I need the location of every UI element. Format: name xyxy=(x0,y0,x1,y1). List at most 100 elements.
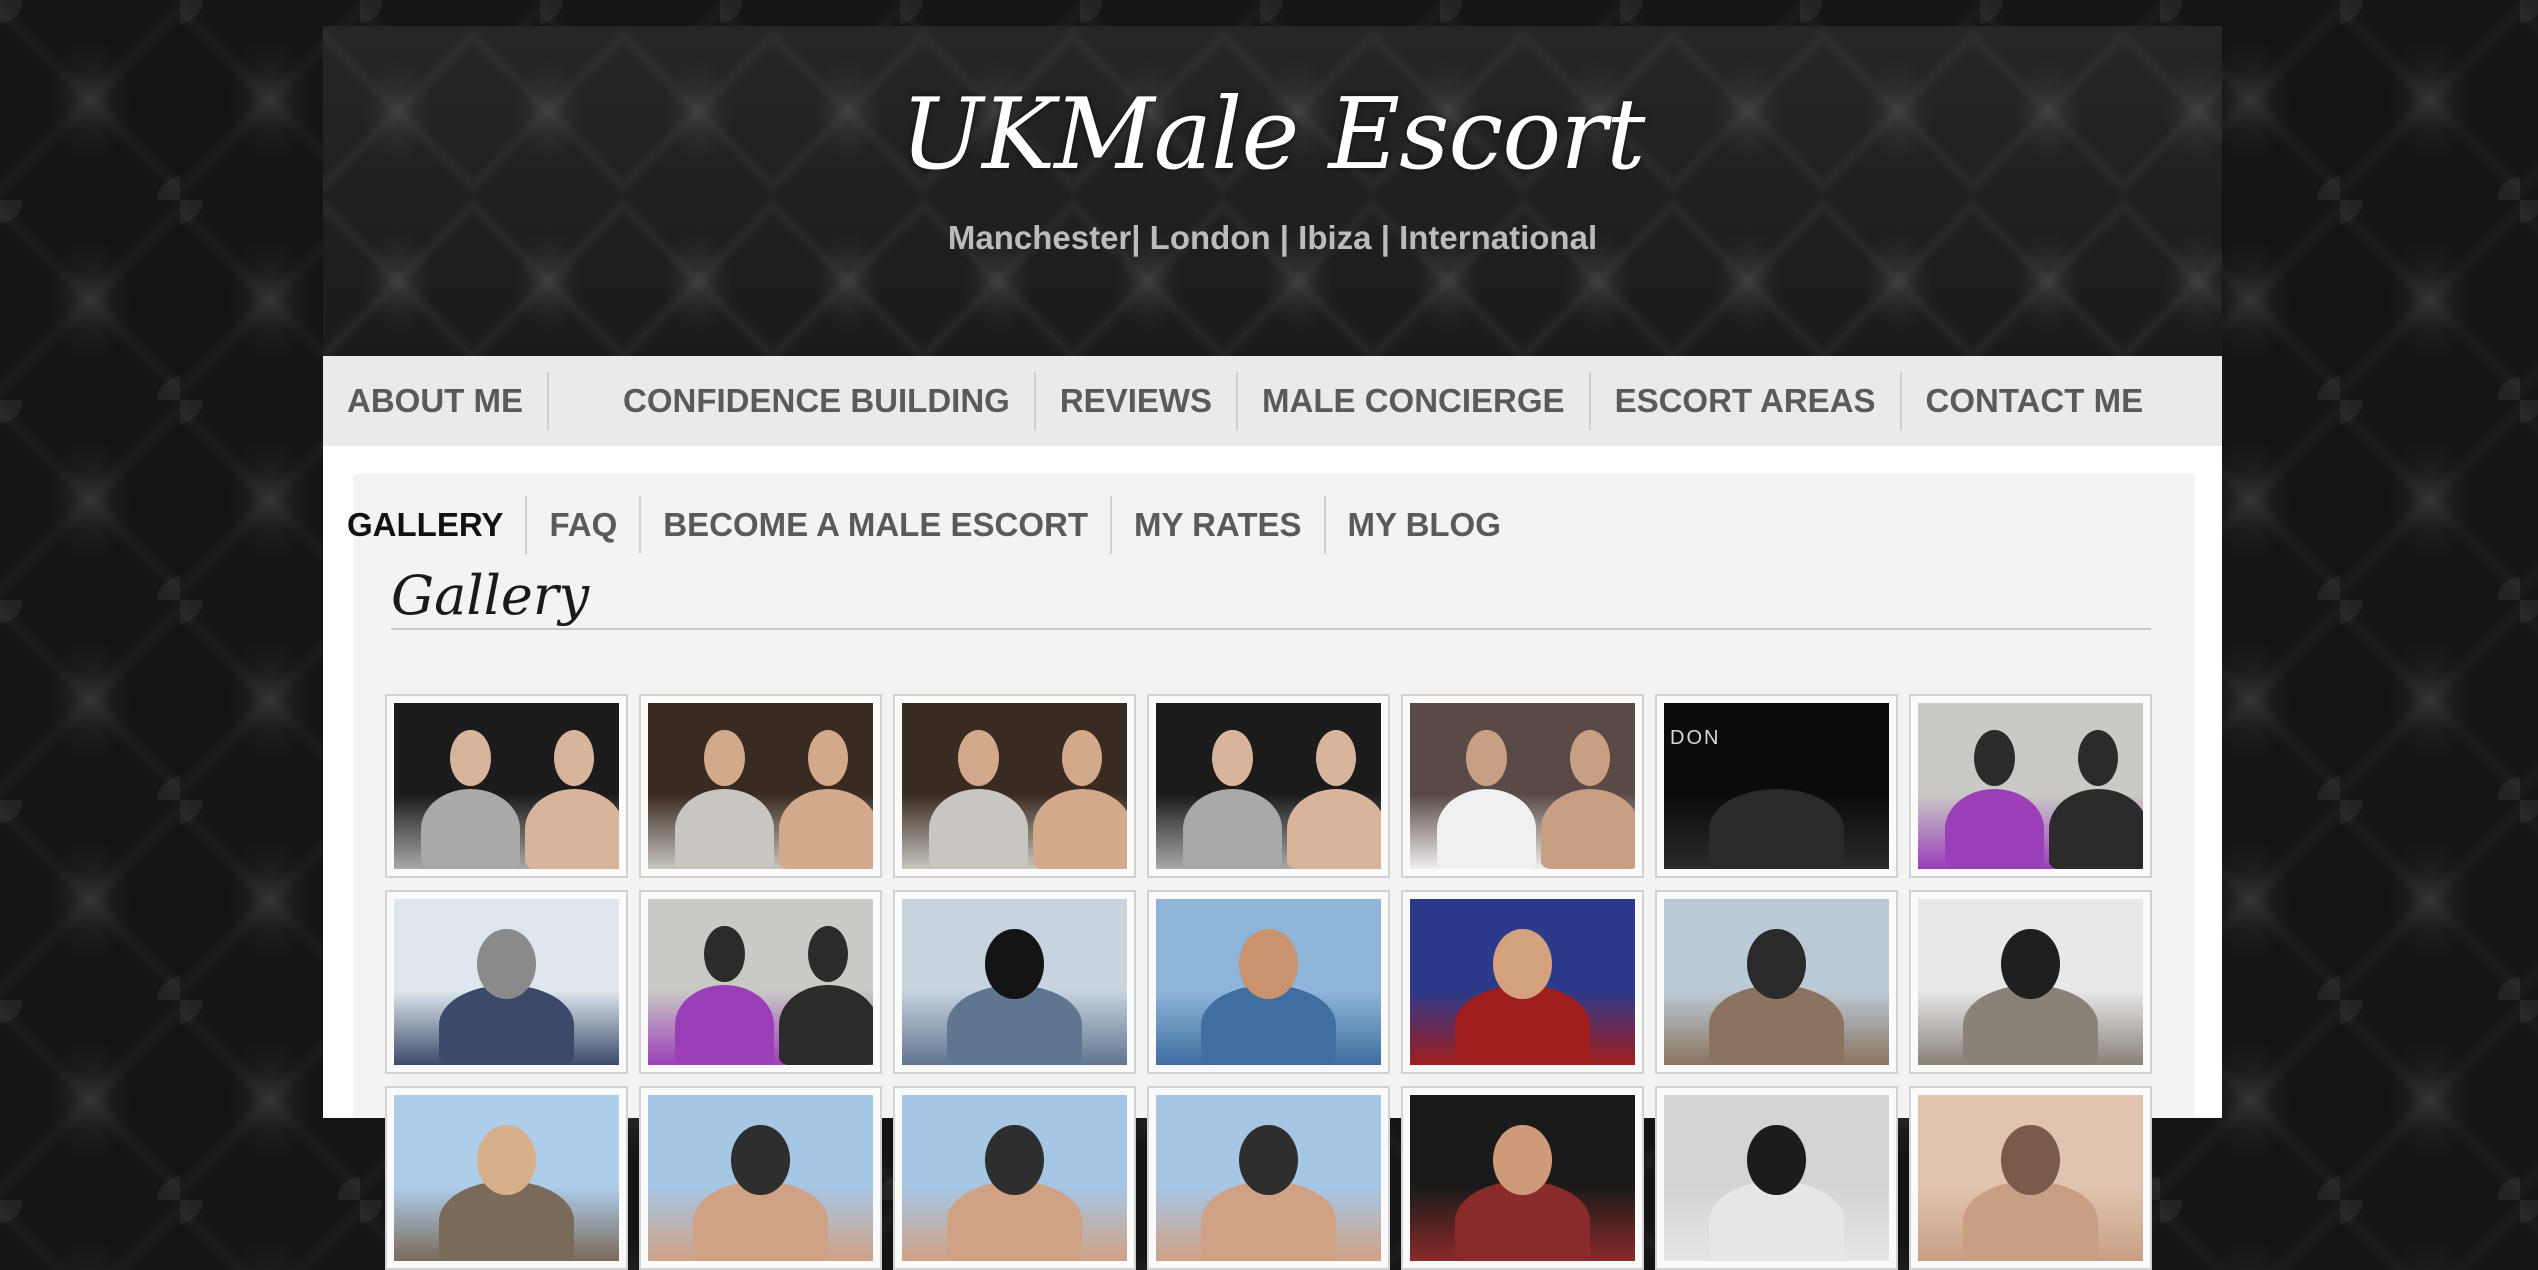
gallery-thumbnail[interactable] xyxy=(893,1086,1136,1270)
gallery-thumbnail[interactable] xyxy=(893,694,1136,878)
gallery-thumbnail[interactable]: DON xyxy=(1655,694,1898,878)
gallery-photo xyxy=(1664,899,1889,1065)
gallery-thumbnail[interactable] xyxy=(1401,890,1644,1074)
photo-face xyxy=(985,1124,1044,1195)
primary-nav: ABOUT ME CONFIDENCE BUILDING REVIEWS MAL… xyxy=(323,356,2222,446)
gallery-photo: DON xyxy=(1664,703,1889,869)
gallery-photo xyxy=(1918,899,2143,1065)
photo-figure xyxy=(1286,789,1381,869)
photo-face xyxy=(1747,1124,1806,1195)
photo-figure xyxy=(778,985,873,1065)
page-wrapper: UKMale Escort Manchester| London | Ibiza… xyxy=(323,26,2222,1270)
photo-face xyxy=(1239,1124,1298,1195)
gallery-thumbnail[interactable] xyxy=(1909,890,2152,1074)
gallery-thumbnail[interactable] xyxy=(1401,694,1644,878)
gallery-photo xyxy=(1410,703,1635,869)
gallery-thumbnail[interactable] xyxy=(639,890,882,1074)
photo-figure xyxy=(1945,789,2044,869)
photo-face xyxy=(807,729,849,786)
photo-face xyxy=(477,1124,536,1195)
photo-face xyxy=(1974,729,2015,786)
gallery-photo xyxy=(648,899,873,1065)
gallery-thumbnail[interactable] xyxy=(385,1086,628,1270)
gallery-photo xyxy=(1410,899,1635,1065)
gallery-thumbnail[interactable] xyxy=(385,890,628,1074)
photo-face xyxy=(704,925,745,982)
content-panel: GALLERY FAQ BECOME A MALE ESCORT MY RATE… xyxy=(347,474,2195,1270)
photo-figure xyxy=(675,789,774,869)
gallery-photo xyxy=(1410,1095,1635,1261)
photo-face xyxy=(450,729,491,786)
nav-reviews[interactable]: REVIEWS xyxy=(1036,372,1239,430)
nav-become-a-male-escort[interactable]: BECOME A MALE ESCORT xyxy=(641,496,1113,554)
gallery-photo xyxy=(1156,1095,1381,1261)
photo-face xyxy=(1747,733,1806,803)
photo-face xyxy=(1747,928,1806,999)
photo-figure xyxy=(778,789,873,869)
gallery-grid: DON xyxy=(385,694,2152,1270)
nav-contact-me[interactable]: CONTACT ME xyxy=(1902,372,2168,430)
photo-face xyxy=(704,729,745,786)
gallery-thumbnail[interactable] xyxy=(639,1086,882,1270)
gallery-photo xyxy=(648,1095,873,1261)
gallery-photo xyxy=(1664,1095,1889,1261)
gallery-thumbnail[interactable] xyxy=(1401,1086,1644,1270)
site-header: UKMale Escort Manchester| London | Ibiza… xyxy=(323,26,2222,356)
photo-figure xyxy=(929,789,1028,869)
photo-face xyxy=(1239,928,1298,999)
photo-face xyxy=(1569,729,1611,786)
site-logo[interactable]: UKMale Escort xyxy=(323,78,2222,192)
photo-face xyxy=(1493,928,1552,999)
gallery-thumbnail[interactable] xyxy=(1147,1086,1390,1270)
photo-figure xyxy=(1437,789,1536,869)
gallery-thumbnail[interactable] xyxy=(1655,890,1898,1074)
gallery-thumbnail[interactable] xyxy=(1909,694,2152,878)
photo-face xyxy=(731,1124,790,1195)
photo-figure xyxy=(1032,789,1127,869)
photo-overlay-text: DON xyxy=(1670,727,1721,749)
gallery-thumbnail[interactable] xyxy=(1147,694,1390,878)
nav-male-concierge[interactable]: MALE CONCIERGE xyxy=(1238,372,1591,430)
gallery-thumbnail[interactable] xyxy=(1655,1086,1898,1270)
gallery-thumbnail[interactable] xyxy=(893,890,1136,1074)
gallery-photo xyxy=(1156,703,1381,869)
photo-face xyxy=(2077,729,2119,786)
gallery-thumbnail[interactable] xyxy=(639,694,882,878)
main-content: GALLERY FAQ BECOME A MALE ESCORT MY RATE… xyxy=(323,446,2222,1270)
nav-about-me[interactable]: ABOUT ME xyxy=(323,372,549,430)
photo-face xyxy=(477,928,536,999)
site-tagline: Manchester| London | Ibiza | Internation… xyxy=(947,219,1598,256)
gallery-photo xyxy=(394,1095,619,1261)
photo-figure xyxy=(1183,789,1282,869)
gallery-photo xyxy=(902,1095,1127,1261)
photo-figure xyxy=(524,789,619,869)
photo-face xyxy=(553,729,595,786)
nav-faq[interactable]: FAQ xyxy=(527,496,642,554)
gallery-photo xyxy=(394,899,619,1065)
gallery-photo xyxy=(1918,703,2143,869)
nav-my-rates[interactable]: MY RATES xyxy=(1112,496,1326,554)
photo-face xyxy=(1212,729,1253,786)
nav-gallery[interactable]: GALLERY xyxy=(325,496,528,554)
gallery-thumbnail[interactable] xyxy=(1909,1086,2152,1270)
photo-figure xyxy=(1540,789,1635,869)
photo-figure xyxy=(421,789,520,869)
gallery-photo xyxy=(648,703,873,869)
photo-figure xyxy=(675,985,774,1065)
nav-my-blog[interactable]: MY BLOG xyxy=(1326,496,1523,554)
title-divider xyxy=(391,628,2151,630)
photo-face xyxy=(985,928,1044,999)
gallery-thumbnail[interactable] xyxy=(385,694,628,878)
gallery-photo xyxy=(902,899,1127,1065)
photo-face xyxy=(1061,729,1103,786)
nav-confidence-building[interactable]: CONFIDENCE BUILDING xyxy=(599,372,1036,430)
nav-escort-areas[interactable]: ESCORT AREAS xyxy=(1591,372,1902,430)
gallery-photo xyxy=(1156,899,1381,1065)
photo-face xyxy=(1493,1124,1552,1195)
photo-face xyxy=(807,925,849,982)
photo-face xyxy=(1315,729,1357,786)
gallery-photo xyxy=(1918,1095,2143,1261)
gallery-photo xyxy=(902,703,1127,869)
photo-face xyxy=(958,729,999,786)
gallery-thumbnail[interactable] xyxy=(1147,890,1390,1074)
